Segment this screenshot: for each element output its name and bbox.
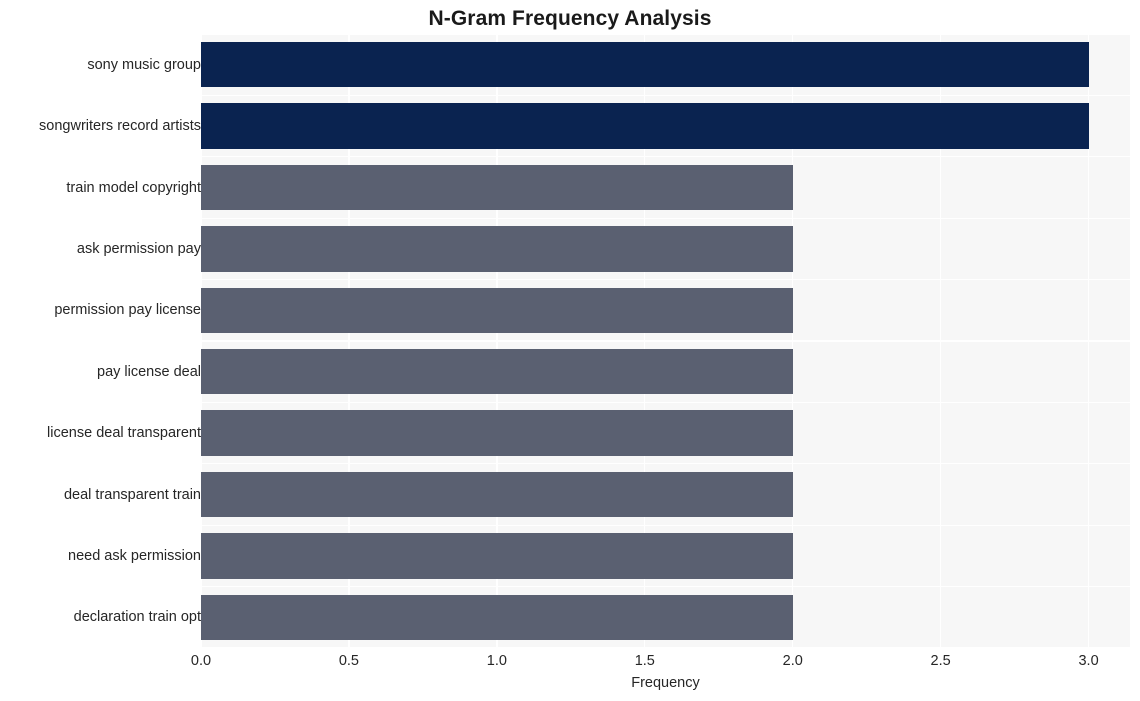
x-axis-tick-label: 2.5 (930, 653, 951, 669)
x-axis-tick-labels: 0.0 0.5 1.0 1.5 2.0 2.5 3.0 (0, 652, 1140, 674)
bar (201, 41, 1089, 88)
bar (201, 533, 793, 579)
bar (201, 471, 793, 518)
y-axis-tick-label: ask permission pay (76, 240, 201, 257)
y-axis-tick-label: train model copyright (66, 179, 201, 196)
y-axis-tick-label: pay license deal (97, 363, 201, 380)
y-axis-tick-label: license deal transparent (47, 425, 201, 442)
plot-area (201, 34, 1130, 648)
gridline-horizontal (201, 524, 1130, 526)
chart-figure: N-Gram Frequency Analysis sony music gro… (0, 0, 1140, 701)
bar (201, 594, 793, 640)
x-axis-title: Frequency (631, 675, 700, 691)
x-axis-tick-label: 1.5 (634, 653, 655, 669)
gridline-horizontal (201, 401, 1130, 404)
y-axis-tick-label: songwriters record artists (39, 118, 201, 135)
y-axis-tick-label: deal transparent train (63, 486, 201, 503)
y-axis-tick-labels: sony music group songwriters record artis… (0, 34, 201, 648)
gridline-horizontal (201, 217, 1130, 219)
y-axis-tick-label: need ask permission (68, 547, 201, 564)
bar (201, 103, 1089, 149)
gridline-horizontal (201, 340, 1130, 342)
bar (201, 410, 793, 456)
bar (201, 226, 793, 272)
x-axis-tick-label: 2.0 (782, 653, 803, 669)
y-axis-tick-label: declaration train opt (73, 609, 201, 626)
gridline-horizontal (201, 278, 1130, 281)
page-title: N-Gram Frequency Analysis (428, 7, 712, 30)
bar (201, 164, 793, 211)
gridline-horizontal (201, 585, 1130, 588)
bar (201, 287, 793, 333)
x-axis-tick-label: 0.0 (190, 653, 212, 669)
gridline-horizontal (201, 156, 1130, 158)
x-axis-tick-label: 0.5 (338, 653, 359, 669)
gridline-horizontal (201, 34, 1130, 35)
y-axis-tick-label: permission pay license (54, 302, 201, 319)
x-axis-tick-label: 1.0 (486, 653, 507, 669)
gridline-horizontal (201, 94, 1130, 97)
gridline-horizontal (201, 463, 1130, 465)
y-axis-tick-label: sony music group (87, 56, 201, 73)
bar (201, 348, 793, 395)
gridline-horizontal (201, 647, 1130, 648)
x-axis-tick-label: 3.0 (1078, 653, 1099, 669)
